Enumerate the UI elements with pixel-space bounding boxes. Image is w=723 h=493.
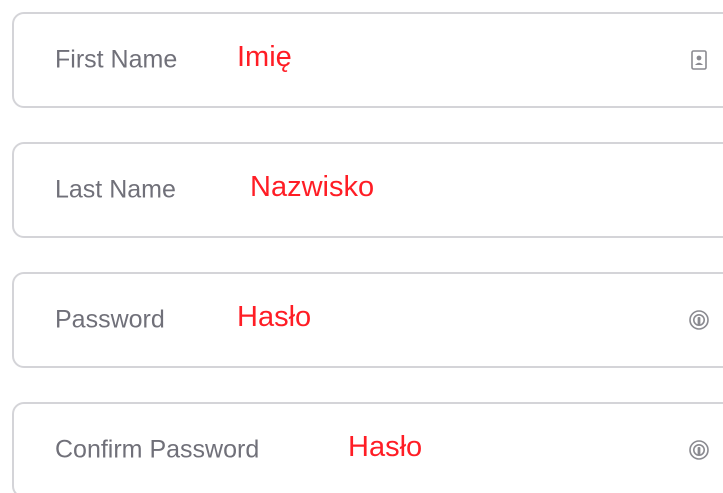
last-name-placeholder: Last Name <box>55 175 176 204</box>
confirm-password-placeholder: Confirm Password <box>55 435 260 464</box>
password-field[interactable]: Password Hasło <box>12 272 723 368</box>
password-placeholder: Password <box>55 305 165 334</box>
contact-card-icon <box>691 50 707 70</box>
signup-form: First Name Imię Last Name Nazwisko Passw… <box>0 0 723 493</box>
first-name-field[interactable]: First Name Imię <box>12 12 723 108</box>
password-key-icon <box>689 310 709 330</box>
confirm-password-field[interactable]: Confirm Password Hasło <box>12 402 723 493</box>
last-name-field[interactable]: Last Name Nazwisko <box>12 142 723 238</box>
first-name-annotation: Imię <box>237 40 292 73</box>
first-name-placeholder: First Name <box>55 45 178 74</box>
password-key-icon <box>689 440 709 460</box>
password-annotation: Hasło <box>237 300 312 333</box>
last-name-annotation: Nazwisko <box>250 170 375 203</box>
confirm-password-annotation: Hasło <box>348 430 423 463</box>
